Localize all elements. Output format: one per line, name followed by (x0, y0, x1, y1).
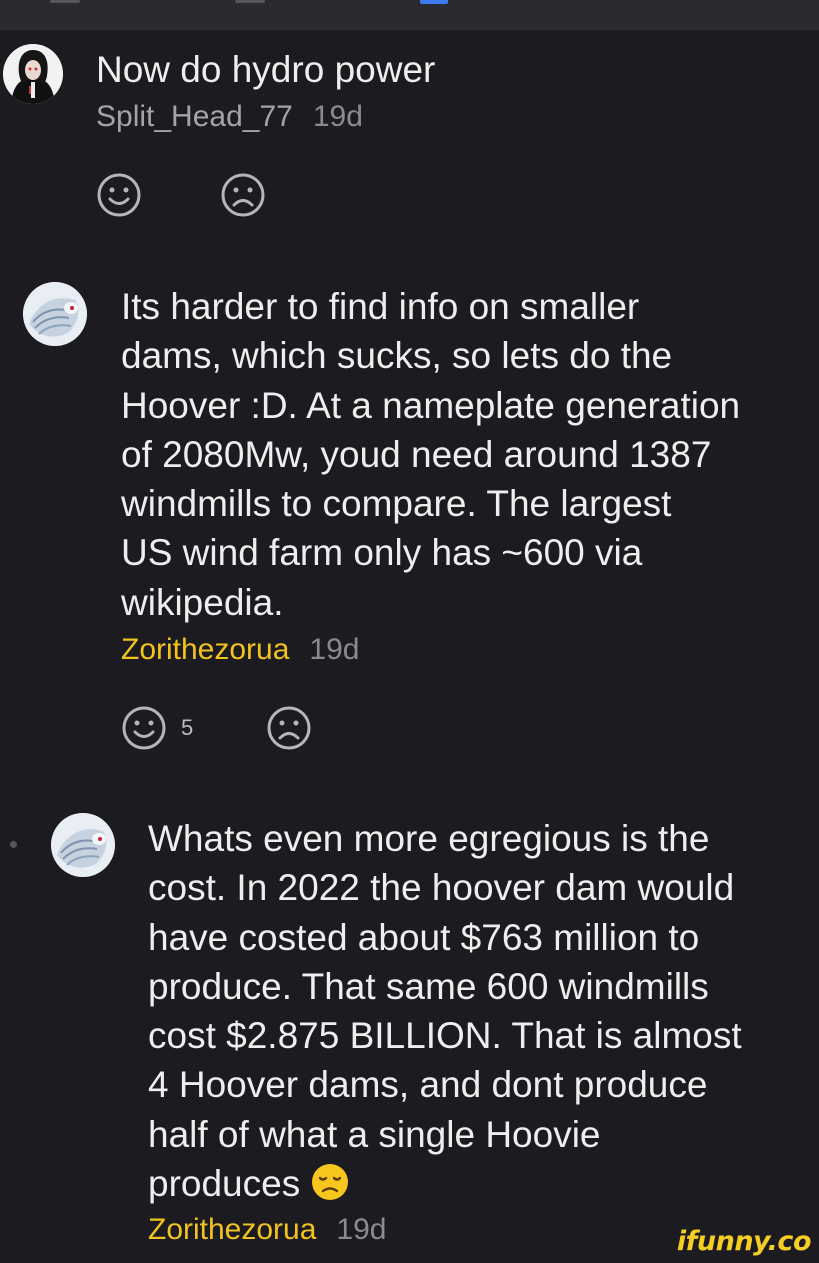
avatar[interactable] (51, 813, 115, 877)
comment-line-text: produces (148, 1163, 301, 1205)
comment-line: cost. In 2022 the hoover dam would (148, 867, 735, 909)
comment-line: cost $2.875 BILLION. That is almost (148, 1015, 742, 1057)
comment-line: Whats even more egregious is the (148, 818, 710, 859)
comment-thread-screen: Now do hydro power Split_Head_77 19d Its… (0, 0, 819, 1263)
timestamp: 19d (336, 1213, 387, 1246)
comment-text: Whats even more egregious is the cost. I… (148, 814, 742, 1208)
comment-line: produces (148, 1159, 742, 1208)
comment-line: half of what a single Hoovie (148, 1113, 601, 1155)
comment-line: 4 Hoover dams, and dont produce (148, 1064, 708, 1106)
disappointed-face-icon (312, 1164, 349, 1201)
author-name[interactable]: Zorithezorua (148, 1213, 316, 1246)
user-avatar-icon (51, 813, 115, 877)
comment-line: produce. That same 600 windmills (148, 965, 709, 1007)
ifunny-watermark: ifunny.co (676, 1226, 812, 1257)
thread-indicator (10, 841, 17, 848)
comment-3: Whats even more egregious is the cost. I… (0, 0, 819, 1263)
comment-meta: Zorithezorua 19d (148, 1213, 386, 1247)
comment-line: have costed about $763 million to (148, 916, 700, 958)
